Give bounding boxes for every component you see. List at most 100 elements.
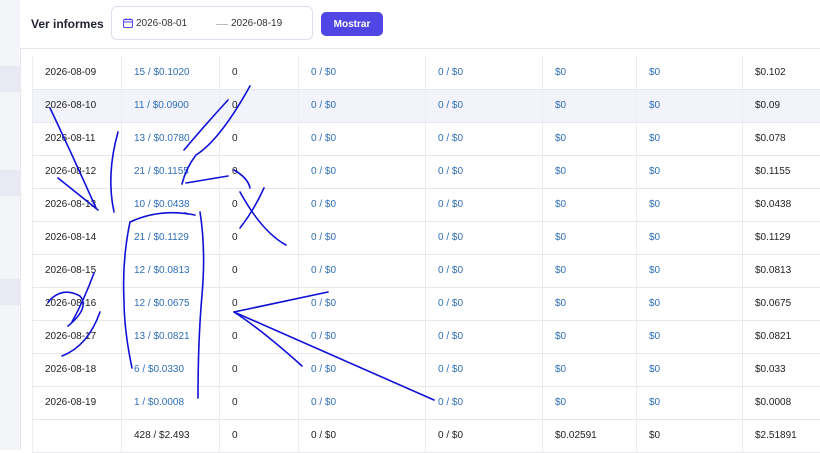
cell-impressions[interactable]: 11 / $0.0900: [122, 89, 220, 122]
cell-sales[interactable]: 0 / $0: [426, 155, 543, 188]
cell-sales[interactable]: 0 / $0: [426, 320, 543, 353]
cell-leads[interactable]: 0 / $0: [299, 320, 426, 353]
cell-sales[interactable]: 0 / $0: [426, 254, 543, 287]
cell-sales: 0 / $0: [426, 419, 543, 452]
cell-bonus[interactable]: $0: [637, 188, 743, 221]
cell-impressions: 428 / $2.493: [122, 419, 220, 452]
cell-clicks: 0: [220, 89, 299, 122]
cell-leads[interactable]: 0 / $0: [299, 122, 426, 155]
cell-total: $0.0675: [743, 287, 820, 320]
cell-commission[interactable]: $0: [543, 122, 637, 155]
cell-bonus[interactable]: $0: [637, 122, 743, 155]
date-separator: [216, 24, 228, 25]
cell-sales[interactable]: 0 / $0: [426, 353, 543, 386]
cell-sales[interactable]: 0 / $0: [426, 122, 543, 155]
cell-sales[interactable]: 0 / $0: [426, 89, 543, 122]
cell-date: [33, 419, 122, 452]
cell-bonus[interactable]: $0: [637, 320, 743, 353]
cell-impressions[interactable]: 13 / $0.0821: [122, 320, 220, 353]
table-row: 2026-08-1512 / $0.081300 / $00 / $0$0$0$…: [33, 254, 820, 287]
cell-commission[interactable]: $0: [543, 89, 637, 122]
cell-bonus[interactable]: $0: [637, 287, 743, 320]
cell-leads[interactable]: 0 / $0: [299, 56, 426, 89]
table-row: 2026-08-1113 / $0.078000 / $00 / $0$0$0$…: [33, 122, 820, 155]
cell-commission[interactable]: $0: [543, 386, 637, 419]
table-row: 2026-08-1612 / $0.067500 / $00 / $0$0$0$…: [33, 287, 820, 320]
cell-leads[interactable]: 0 / $0: [299, 287, 426, 320]
cell-impressions[interactable]: 21 / $0.1129: [122, 221, 220, 254]
cell-sales[interactable]: 0 / $0: [426, 56, 543, 89]
cell-impressions[interactable]: 21 / $0.1155: [122, 155, 220, 188]
cell-clicks: 0: [220, 155, 299, 188]
cell-commission[interactable]: $0: [543, 155, 637, 188]
cell-leads[interactable]: 0 / $0: [299, 386, 426, 419]
date-from-input[interactable]: 2026-08-01: [136, 18, 187, 29]
cell-clicks: 0: [220, 386, 299, 419]
cell-bonus: $0: [637, 419, 743, 452]
cell-leads[interactable]: 0 / $0: [299, 89, 426, 122]
cell-impressions[interactable]: 1 / $0.0008: [122, 386, 220, 419]
cell-impressions[interactable]: 15 / $0.1020: [122, 56, 220, 89]
cell-date: 2026-08-18: [33, 353, 122, 386]
cell-leads[interactable]: 0 / $0: [299, 155, 426, 188]
report-header: Ver informes 2026-08-01 2026-08-19 Mostr…: [20, 0, 820, 49]
cell-sales[interactable]: 0 / $0: [426, 287, 543, 320]
cell-total: $0.0813: [743, 254, 820, 287]
cell-sales[interactable]: 0 / $0: [426, 221, 543, 254]
report-table: 2026-08-0915 / $0.102000 / $00 / $0$0$0$…: [32, 56, 820, 453]
show-button[interactable]: Mostrar: [321, 12, 383, 36]
cell-date: 2026-08-09: [33, 56, 122, 89]
cell-total: $0.1129: [743, 221, 820, 254]
cell-bonus[interactable]: $0: [637, 56, 743, 89]
cell-total: $0.102: [743, 56, 820, 89]
table-row: 2026-08-186 / $0.033000 / $00 / $0$0$0$0…: [33, 353, 820, 386]
cell-commission[interactable]: $0: [543, 320, 637, 353]
cell-commission[interactable]: $0: [543, 254, 637, 287]
cell-date: 2026-08-16: [33, 287, 122, 320]
cell-bonus[interactable]: $0: [637, 386, 743, 419]
cell-clicks: 0: [220, 122, 299, 155]
cell-commission: $0.02591: [543, 419, 637, 452]
cell-bonus[interactable]: $0: [637, 254, 743, 287]
cell-bonus[interactable]: $0: [637, 89, 743, 122]
table-row: 2026-08-1310 / $0.043800 / $00 / $0$0$0$…: [33, 188, 820, 221]
cell-total: $0.0821: [743, 320, 820, 353]
cell-sales[interactable]: 0 / $0: [426, 386, 543, 419]
table-body: 2026-08-0915 / $0.102000 / $00 / $0$0$0$…: [33, 56, 820, 452]
cell-commission[interactable]: $0: [543, 221, 637, 254]
cell-bonus[interactable]: $0: [637, 221, 743, 254]
cell-bonus[interactable]: $0: [637, 353, 743, 386]
cell-clicks: 0: [220, 419, 299, 452]
cell-commission[interactable]: $0: [543, 287, 637, 320]
table-row: 2026-08-191 / $0.000800 / $00 / $0$0$0$0…: [33, 386, 820, 419]
sidebar: [0, 0, 21, 450]
sidebar-item[interactable]: [0, 170, 20, 196]
cell-leads[interactable]: 0 / $0: [299, 353, 426, 386]
cell-leads[interactable]: 0 / $0: [299, 254, 426, 287]
cell-impressions[interactable]: 12 / $0.0813: [122, 254, 220, 287]
cell-leads[interactable]: 0 / $0: [299, 221, 426, 254]
date-range-picker[interactable]: 2026-08-01 2026-08-19: [111, 6, 313, 40]
cell-commission[interactable]: $0: [543, 353, 637, 386]
cell-total: $0.0008: [743, 386, 820, 419]
cell-bonus[interactable]: $0: [637, 155, 743, 188]
table-row: 2026-08-1421 / $0.112900 / $00 / $0$0$0$…: [33, 221, 820, 254]
cell-impressions[interactable]: 13 / $0.0780: [122, 122, 220, 155]
cell-clicks: 0: [220, 221, 299, 254]
cell-clicks: 0: [220, 56, 299, 89]
cell-date: 2026-08-11: [33, 122, 122, 155]
cell-sales[interactable]: 0 / $0: [426, 188, 543, 221]
cell-date: 2026-08-10: [33, 89, 122, 122]
cell-date: 2026-08-14: [33, 221, 122, 254]
cell-commission[interactable]: $0: [543, 188, 637, 221]
cell-leads[interactable]: 0 / $0: [299, 188, 426, 221]
cell-impressions[interactable]: 6 / $0.0330: [122, 353, 220, 386]
sidebar-item[interactable]: [0, 279, 20, 305]
cell-impressions[interactable]: 10 / $0.0438: [122, 188, 220, 221]
sidebar-item[interactable]: [0, 66, 20, 92]
cell-impressions[interactable]: 12 / $0.0675: [122, 287, 220, 320]
cell-clicks: 0: [220, 287, 299, 320]
cell-commission[interactable]: $0: [543, 56, 637, 89]
cell-clicks: 0: [220, 353, 299, 386]
date-to-input[interactable]: 2026-08-19: [231, 18, 282, 29]
